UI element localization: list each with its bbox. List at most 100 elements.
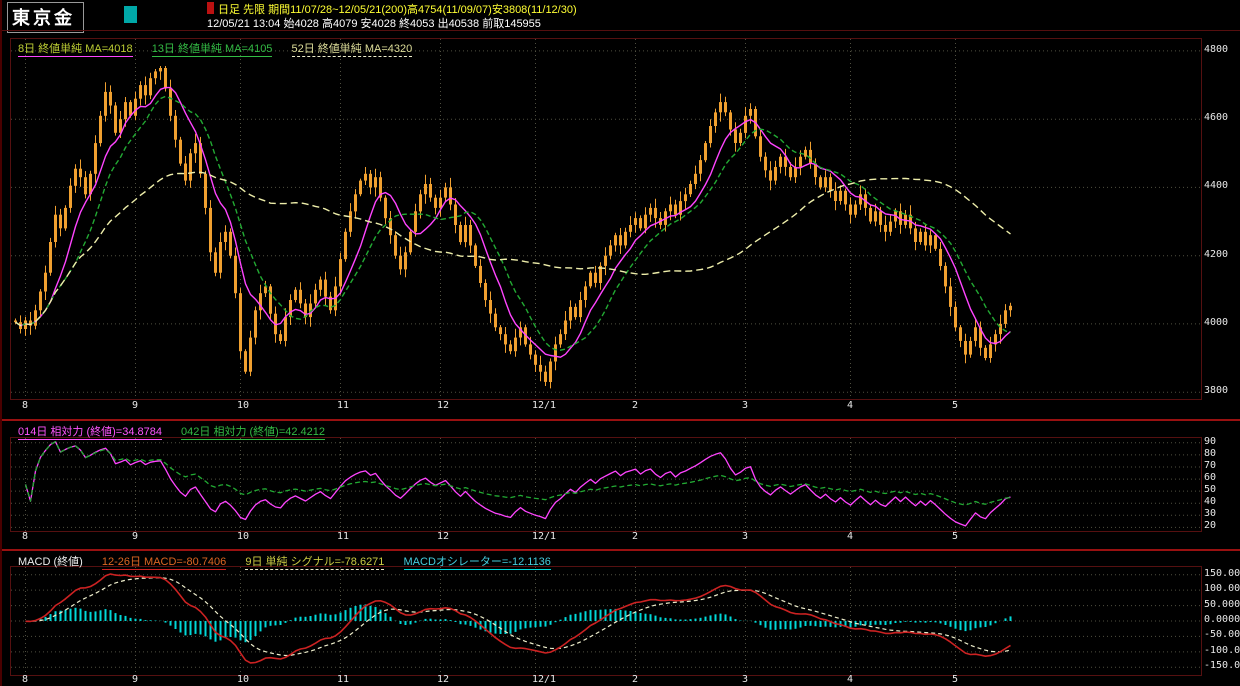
- candle-body: [649, 207, 652, 215]
- candle-body: [669, 204, 672, 212]
- candle-body: [384, 197, 387, 219]
- x-axis-label: 10: [237, 531, 250, 542]
- candle-body: [729, 112, 732, 130]
- candle-body: [869, 207, 872, 222]
- candle-body: [279, 334, 282, 341]
- y-axis-label: 40: [1204, 496, 1217, 508]
- y-axis-label: 150.0000: [1204, 567, 1240, 579]
- signal-value-legend: 9日 単純 シグナル=-78.6271: [245, 556, 385, 570]
- candle-body: [239, 293, 242, 352]
- rsi42-legend: 042日 相対力 (終値)=42.4212: [181, 426, 326, 440]
- candle-body: [509, 344, 512, 352]
- x-axis-label: 3: [742, 531, 749, 542]
- candle-body: [424, 184, 427, 195]
- candle-body: [364, 173, 367, 181]
- candle-body: [429, 184, 432, 198]
- candle-body: [989, 344, 992, 358]
- y-axis-label: 4800: [1204, 43, 1229, 55]
- candle-body: [549, 361, 552, 382]
- x-axis-label: 8: [22, 531, 29, 542]
- candle-body: [374, 177, 377, 188]
- candle-body: [759, 136, 762, 157]
- candle-body: [214, 252, 217, 273]
- candle-body: [879, 211, 882, 225]
- candle-body: [399, 255, 402, 270]
- x-axis-label: 5: [952, 531, 959, 542]
- y-axis-label: 3800: [1204, 385, 1229, 397]
- candle-body: [954, 306, 957, 328]
- macd-value-legend: 12-26日 MACD=-80.7406: [101, 556, 227, 570]
- ma-line-13: [15, 95, 1011, 351]
- y-axis-label: 70: [1204, 459, 1217, 471]
- candle-body: [479, 265, 482, 283]
- candle-body: [824, 177, 827, 188]
- x-axis-label: 5: [952, 400, 959, 411]
- candle-body: [844, 190, 847, 205]
- y-axis-label: 20: [1204, 520, 1217, 532]
- rsi-x-axis: 8 9 10 11 12 12/1 2 3 4 5: [10, 531, 1200, 544]
- candle-body: [964, 341, 967, 355]
- candle-body: [79, 168, 82, 178]
- candle-body: [564, 320, 567, 335]
- x-axis-label: 12: [437, 400, 450, 411]
- candle-body: [474, 245, 477, 266]
- candle-body: [459, 225, 462, 243]
- candle-body: [174, 115, 177, 140]
- candle-body: [749, 109, 752, 116]
- candle-body: [194, 143, 197, 154]
- candle-body: [974, 327, 977, 341]
- y-axis-label: 4000: [1204, 316, 1229, 328]
- candle-body: [224, 231, 227, 242]
- oscillator-value-legend: MACDオシレーター=-12.1136: [403, 556, 551, 570]
- candle-body: [594, 272, 597, 283]
- candle-body: [774, 167, 777, 181]
- candle-body: [939, 248, 942, 266]
- main-x-axis: 8 9 10 11 12 12/1 2 3 4 5: [10, 400, 1200, 413]
- ma-legend: 8日 終値単純 MA=4018 13日 終値単純 MA=4105 52日 終値単…: [18, 40, 428, 57]
- candle-body: [404, 252, 407, 270]
- candle-body: [324, 279, 327, 297]
- candle-body: [709, 126, 712, 144]
- candle-body: [244, 351, 247, 372]
- candle-body: [94, 143, 97, 174]
- candle-body: [69, 185, 72, 208]
- candle-body: [499, 327, 502, 335]
- x-axis-label: 2: [632, 531, 639, 542]
- candle-body: [369, 173, 372, 188]
- main-price-chart[interactable]: [10, 38, 1202, 400]
- y-axis-label: 100.0000: [1204, 583, 1240, 595]
- candle-body: [734, 129, 737, 143]
- candle-body: [419, 194, 422, 212]
- candle-body: [929, 235, 932, 246]
- x-axis-label: 9: [132, 674, 139, 685]
- x-axis-label: 10: [237, 674, 250, 685]
- candle-body: [574, 306, 577, 318]
- ma-line-8: [15, 86, 1011, 358]
- macd-chart[interactable]: [10, 566, 1202, 676]
- x-axis-label: 8: [22, 674, 29, 685]
- panel-divider: [2, 419, 1240, 421]
- candle-body: [249, 337, 252, 372]
- y-axis-label: -50.0000: [1204, 629, 1240, 641]
- y-axis-label: 50.0000: [1204, 598, 1240, 610]
- candle-body: [689, 184, 692, 195]
- y-axis-label: 4400: [1204, 180, 1229, 192]
- candle-body: [434, 197, 437, 208]
- rsi-line-42: [24, 441, 1011, 506]
- rsi-chart[interactable]: [10, 437, 1202, 532]
- y-axis-label: 4200: [1204, 248, 1229, 260]
- candle-body: [629, 225, 632, 232]
- candle-body: [884, 225, 887, 232]
- candle-body: [1004, 310, 1007, 324]
- candle-body: [639, 218, 642, 229]
- macd-legend: MACD (終値) 12-26日 MACD=-80.7406 9日 単純 シグナ…: [18, 553, 567, 570]
- candle-body: [164, 68, 167, 89]
- candle-body: [189, 153, 192, 181]
- rsi-y-axis: 20 30 40 50 60 70 80 90: [1204, 436, 1240, 532]
- candle-body: [394, 235, 397, 256]
- candle-body: [44, 272, 47, 292]
- x-axis-label: 12/1: [532, 400, 557, 411]
- macd-y-axis: 150.0000 100.0000 50.0000 0.0000 -50.0000 -10…: [1204, 566, 1240, 674]
- candle-body: [704, 143, 707, 161]
- candle-body: [149, 78, 152, 96]
